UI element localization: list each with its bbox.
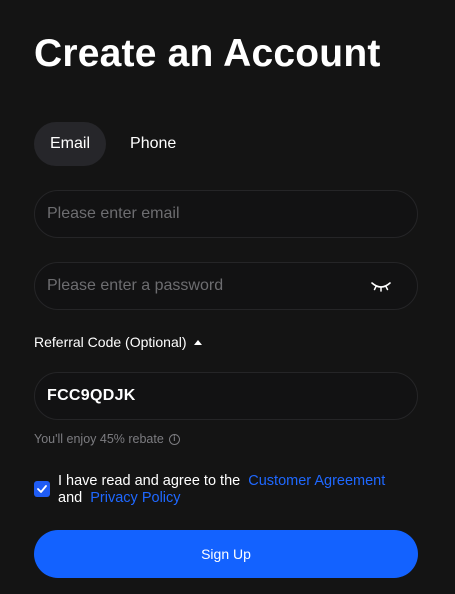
checkmark-icon [37,485,47,493]
eye-closed-icon[interactable] [369,274,393,298]
agreement-checkbox[interactable] [34,481,50,497]
privacy-policy-link[interactable]: Privacy Policy [90,490,180,506]
agreement-prefix: I have read and agree to the [58,473,241,489]
password-input[interactable] [47,277,369,295]
rebate-note-text: You'll enjoy 45% rebate [34,432,164,446]
referral-code-toggle[interactable]: Referral Code (Optional) [34,334,202,350]
sign-up-button[interactable]: Sign Up [34,530,418,578]
referral-code-label: Referral Code (Optional) [34,334,187,350]
email-field-wrapper [34,190,418,238]
agreement-text: I have read and agree to the Customer Ag… [58,473,385,507]
customer-agreement-link[interactable]: Customer Agreement [248,473,385,489]
referral-code-input[interactable] [47,387,403,405]
signup-method-tabs: Email Phone [34,122,192,166]
tab-email[interactable]: Email [34,122,107,166]
caret-up-icon [193,339,202,345]
create-account-page: Create an Account Email Phone Referral C… [0,0,455,594]
page-title: Create an Account [34,32,381,75]
info-icon[interactable]: i [168,433,180,445]
rebate-note: You'll enjoy 45% rebate i [34,432,180,446]
agreement-conjunction: and [58,490,83,506]
password-field-wrapper [34,262,418,310]
email-input[interactable] [47,205,403,223]
referral-field-wrapper [34,372,418,420]
agreement-row: I have read and agree to the Customer Ag… [34,473,418,507]
tab-phone[interactable]: Phone [114,122,192,166]
